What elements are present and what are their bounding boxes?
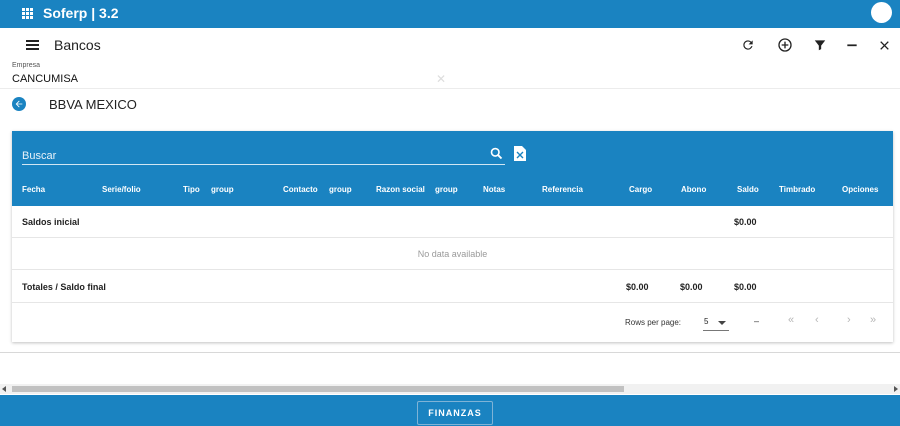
bottom-bar: FINANZAS [0, 395, 900, 426]
col-contacto[interactable]: Contacto [283, 185, 318, 194]
scroll-right-icon[interactable] [894, 386, 898, 392]
minimize-icon[interactable] [843, 36, 861, 54]
rows-per-page-value: 5 [704, 317, 709, 326]
totales-label: Totales / Saldo final [22, 282, 106, 292]
page-title: Bancos [54, 37, 101, 53]
divider [0, 88, 900, 89]
col-tipo[interactable]: Tipo [183, 185, 200, 194]
totales-cargo: $0.00 [626, 282, 649, 292]
empresa-select[interactable]: Empresa CANCUMISA ✕ [12, 62, 452, 88]
rows-per-page-select[interactable]: 5 [703, 314, 729, 331]
filter-icon[interactable] [811, 36, 829, 54]
col-group-contacto[interactable]: group [329, 185, 352, 194]
scroll-left-icon[interactable] [2, 386, 6, 392]
refresh-icon[interactable] [739, 36, 757, 54]
table-row-saldos-inicial: Saldos inicial $0.00 [12, 206, 893, 238]
page-toolbar: Bancos [0, 28, 900, 62]
add-circle-icon[interactable] [776, 36, 794, 54]
no-data-text: No data available [417, 249, 488, 259]
last-page-icon[interactable]: » [870, 314, 876, 326]
empresa-label: Empresa [12, 62, 41, 69]
app-bar: Soferp | 3.2 [0, 0, 900, 28]
apps-grid-icon[interactable] [22, 8, 33, 19]
clear-icon[interactable]: ✕ [436, 72, 446, 86]
rows-per-page-label: Rows per page: [625, 318, 682, 327]
table-row-totales: Totales / Saldo final $0.00 $0.00 $0.00 [12, 270, 893, 303]
data-table-card: Fecha Serie/folio Tipo group Contacto gr… [12, 131, 893, 342]
dropdown-caret-icon [718, 321, 726, 325]
search-input[interactable] [22, 147, 505, 165]
back-arrow-icon[interactable] [12, 97, 26, 111]
horizontal-scrollbar[interactable] [0, 384, 900, 394]
bank-title: BBVA MEXICO [49, 97, 137, 112]
col-referencia[interactable]: Referencia [542, 185, 583, 194]
col-opciones[interactable]: Opciones [842, 185, 878, 194]
saldos-inicial-saldo: $0.00 [734, 217, 757, 227]
prev-page-icon[interactable]: ‹ [815, 314, 819, 326]
col-notas[interactable]: Notas [483, 185, 505, 194]
menu-icon[interactable] [26, 40, 39, 50]
table-row-no-data: No data available [12, 238, 893, 270]
col-abono[interactable]: Abono [681, 185, 706, 194]
first-page-icon[interactable]: « [788, 314, 794, 326]
col-timbrado[interactable]: Timbrado [779, 185, 815, 194]
table-header: Fecha Serie/folio Tipo group Contacto gr… [12, 131, 893, 206]
totales-abono: $0.00 [680, 282, 703, 292]
saldos-inicial-label: Saldos inicial [22, 217, 80, 227]
col-serie-folio[interactable]: Serie/folio [102, 185, 141, 194]
col-razon-social[interactable]: Razon social [376, 185, 425, 194]
totales-saldo: $0.00 [734, 282, 757, 292]
col-saldo[interactable]: Saldo [737, 185, 759, 194]
avatar[interactable] [871, 2, 892, 23]
app-title: Soferp | 3.2 [43, 5, 119, 21]
pagination-range: – [754, 316, 760, 326]
search-icon[interactable] [489, 146, 505, 162]
excel-export-icon[interactable] [514, 146, 528, 161]
empresa-value: CANCUMISA [12, 73, 79, 85]
col-group-razon[interactable]: group [435, 185, 458, 194]
divider [0, 352, 900, 353]
scrollbar-thumb[interactable] [12, 386, 624, 392]
close-icon[interactable] [875, 36, 893, 54]
col-fecha[interactable]: Fecha [22, 185, 45, 194]
col-group-tipo[interactable]: group [211, 185, 234, 194]
next-page-icon[interactable]: › [847, 314, 851, 326]
finanzas-button[interactable]: FINANZAS [417, 401, 493, 425]
col-cargo[interactable]: Cargo [629, 185, 652, 194]
